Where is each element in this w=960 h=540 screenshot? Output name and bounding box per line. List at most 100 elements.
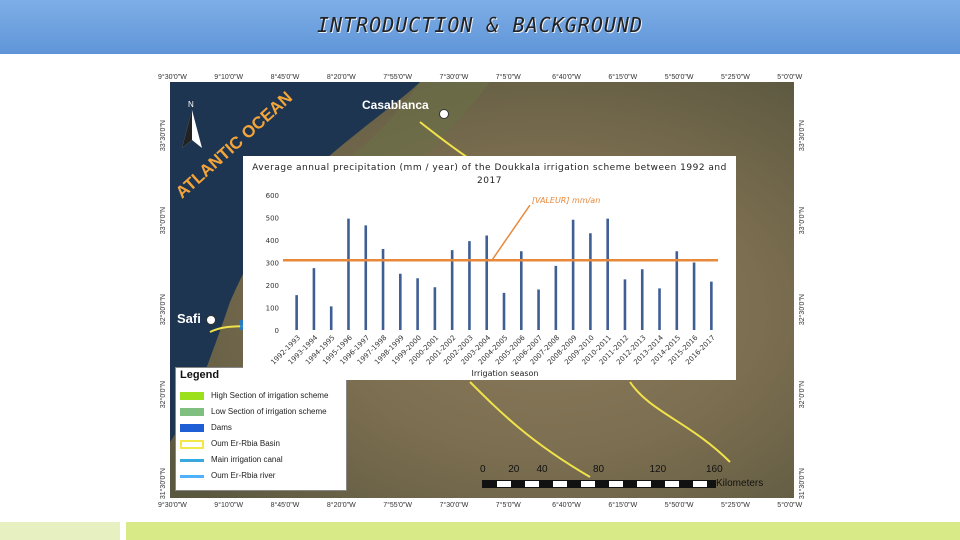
y-tick-label: 300 [266, 260, 279, 268]
scale-bar-graphic [482, 480, 716, 488]
precipitation-bar [519, 251, 523, 330]
city-casablanca-marker [439, 109, 449, 119]
legend-label: High Section of irrigation scheme [211, 391, 329, 400]
legend-swatch [180, 459, 204, 462]
map-top-longitude-label: 5°25'0"W [721, 74, 750, 81]
map-legend: Legend High Section of irrigation scheme… [175, 367, 347, 491]
map-bottom-longitude-label: 7°55'0"W [383, 502, 412, 509]
precipitation-bar [416, 278, 419, 330]
slide-title: INTRODUCTION & BACKGROUND [316, 13, 644, 37]
map-bottom-longitude-label: 5°50'0"W [664, 502, 694, 509]
scale-tick-label: 120 [649, 464, 667, 475]
legend-swatch [180, 408, 204, 416]
precipitation-bar [589, 233, 592, 330]
map-bottom-longitude-label: 6°15'0"W [608, 502, 638, 509]
map-top-longitude-label: 9°30'0"W [158, 74, 187, 81]
precipitation-bar [554, 265, 558, 330]
city-safi: Safi [177, 311, 201, 326]
map-bottom-longitude-label: 5°25'0"W [721, 502, 750, 509]
scale-tick-label: 20 [508, 464, 520, 475]
map-bottom-longitude-label: 5°0'0"W [777, 502, 803, 509]
precipitation-bar [485, 235, 489, 330]
legend-label: Main irrigation canal [211, 455, 283, 464]
north-label: N [188, 100, 194, 109]
map-right-latitude-label: 33°30'0"N [799, 120, 806, 152]
map-left-latitude-label: 31°30'0"N [160, 468, 167, 500]
y-tick-label: 100 [266, 305, 279, 313]
map-top-longitude-label: 5°50'0"W [664, 74, 694, 81]
slide-header: INTRODUCTION & BACKGROUND [0, 0, 960, 54]
precipitation-bar [450, 250, 454, 330]
map-top-longitude-label: 7°55'0"W [383, 74, 412, 81]
map-left-latitude-label: 32°30'0"N [160, 294, 167, 326]
legend-label: Oum Er-Rbia Basin [211, 439, 280, 448]
y-tick-label: 600 [266, 192, 279, 200]
map-left-latitude-label: 33°0'0"N [160, 207, 167, 235]
map-top-longitude-label: 8°20'0"W [326, 74, 356, 81]
precipitation-bar [571, 219, 575, 330]
legend-swatch [180, 475, 204, 478]
scale-bar: 0 20 40 80 120 160 Kilometers [478, 464, 774, 494]
precipitation-bar [468, 241, 471, 330]
precipitation-bar [347, 218, 350, 330]
north-arrow-icon [182, 110, 202, 148]
map-bottom-longitude-label: 8°45'0"W [270, 502, 300, 509]
precipitation-bar [502, 292, 506, 330]
precipitation-bar [295, 295, 298, 330]
legend-swatch [180, 392, 204, 400]
precipitation-bar [623, 279, 627, 330]
scale-tick-label: 160 [706, 464, 723, 475]
y-tick-label: 200 [266, 282, 279, 290]
precipitation-bar [537, 289, 540, 330]
map-top-longitude-label: 6°40'0"W [552, 74, 581, 81]
legend-title: Legend [180, 369, 220, 381]
map-left-latitude-label: 32°0'0"N [160, 381, 167, 409]
city-safi-marker [206, 315, 216, 325]
precipitation-bar [606, 218, 609, 330]
city-casablanca: Casablanca [362, 98, 429, 112]
footer-band-right [126, 522, 960, 540]
map-bottom-longitude-label: 9°30'0"W [158, 502, 187, 509]
average-label: [VALEUR] mm/an [532, 196, 600, 205]
map-top-longitude-label: 8°45'0"W [270, 74, 300, 81]
footer-band-left [0, 522, 120, 540]
scale-unit: Kilometers [716, 478, 764, 489]
map-bottom-longitude-label: 6°40'0"W [552, 502, 581, 509]
legend-label: Dams [211, 423, 232, 432]
map-bottom-longitude-label: 7°5'0"W [495, 502, 521, 509]
precipitation-bar [433, 287, 437, 330]
legend-swatch [180, 440, 204, 449]
legend-label: Oum Er-Rbia river [211, 471, 276, 480]
legend-label: Low Section of irrigation scheme [211, 407, 327, 416]
map-top-longitude-label: 6°15'0"W [608, 74, 638, 81]
precipitation-bar [329, 306, 333, 330]
map-right-latitude-label: 31°30'0"N [799, 468, 806, 500]
precipitation-bar [692, 262, 696, 330]
map-top-longitude-label: 7°5'0"W [495, 74, 521, 81]
north-arrow: N [180, 100, 204, 150]
precipitation-bar [312, 268, 316, 330]
map-top-longitude-label: 5°0'0"W [777, 74, 803, 81]
precipitation-bar [364, 225, 368, 330]
map-bottom-longitude-label: 9°10'0"W [214, 502, 244, 509]
map-right-latitude-label: 32°0'0"N [799, 381, 806, 409]
map-left-latitude-label: 33°30'0"N [160, 120, 167, 152]
map-top-longitude-label: 7°30'0"W [439, 74, 469, 81]
scale-tick-label: 80 [593, 464, 605, 475]
map-bottom-longitude-label: 8°20'0"W [326, 502, 356, 509]
y-tick-label: 0 [275, 327, 279, 335]
precipitation-bar [399, 273, 402, 330]
x-axis-title: Irrigation season [472, 369, 539, 378]
map-bottom-longitude-label: 7°30'0"W [439, 502, 469, 509]
map-right-latitude-label: 32°30'0"N [799, 294, 806, 326]
map-top-longitude-label: 9°10'0"W [214, 74, 244, 81]
precipitation-bar [710, 281, 713, 330]
average-callout-leader [491, 204, 531, 261]
y-tick-label: 500 [266, 215, 279, 223]
map-right-latitude-label: 33°0'0"N [799, 207, 806, 235]
precipitation-chart-panel: Average annual precipitation (mm / year)… [243, 156, 736, 380]
legend-swatch [180, 424, 204, 432]
precipitation-bar [640, 269, 644, 330]
precipitation-bar [658, 288, 661, 330]
precipitation-chart: 01002003004005006001992-19931993-1994199… [266, 192, 718, 378]
